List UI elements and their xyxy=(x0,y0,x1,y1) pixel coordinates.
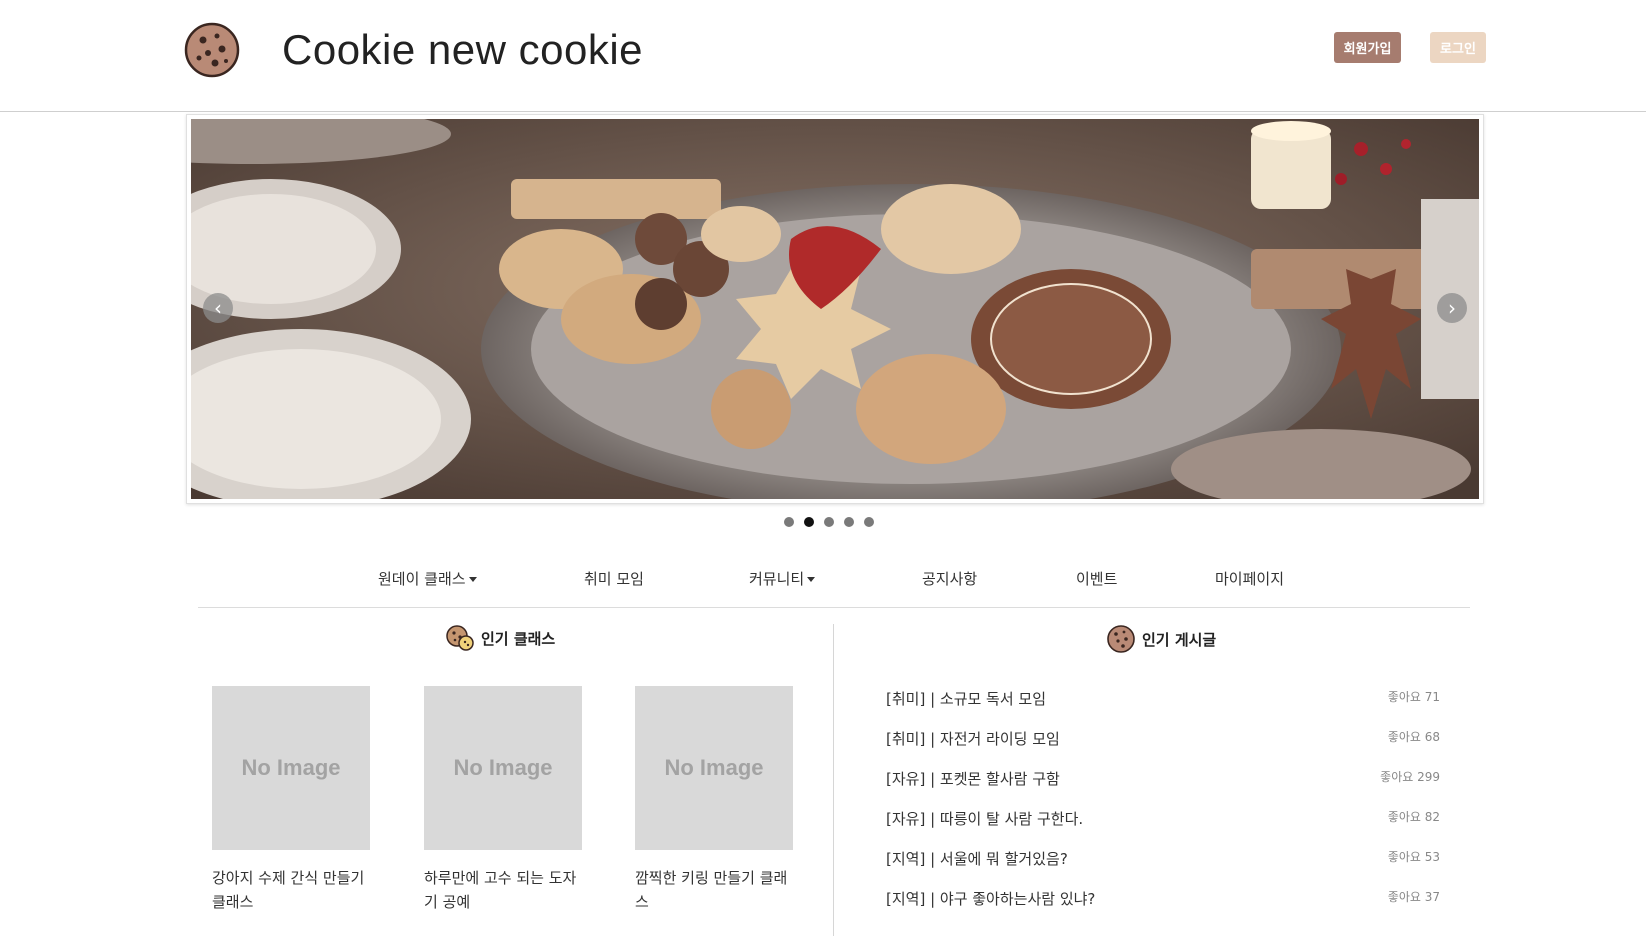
carousel-dot-2[interactable] xyxy=(804,517,814,527)
nav-item-event[interactable]: 이벤트 xyxy=(1076,568,1117,589)
popular-classes-heading: 인기 클래스 xyxy=(445,624,555,652)
post-row[interactable]: [취미] | 자전거 라이딩 모임 좋아요 68 xyxy=(886,728,1446,750)
post-row[interactable]: [지역] | 야구 좋아하는사람 있냐? 좋아요 37 xyxy=(886,888,1446,910)
class-card[interactable]: No Image 깜찍한 키링 만들기 클래스 xyxy=(635,686,793,914)
post-title[interactable]: [자유] | 포켓몬 할사람 구함 xyxy=(886,768,1060,789)
post-title[interactable]: [지역] | 서울에 뭐 할거있음? xyxy=(886,848,1068,869)
post-likes: 좋아요 37 xyxy=(1387,890,1440,904)
cookies-icon xyxy=(446,625,474,651)
post-title[interactable]: [자유] | 따릉이 탈 사람 구한다. xyxy=(886,808,1083,829)
nav-item-notice[interactable]: 공지사항 xyxy=(922,568,977,589)
section-title: 인기 클래스 xyxy=(481,629,556,648)
class-title[interactable]: 깜찍한 키링 만들기 클래스 xyxy=(635,866,793,914)
nav-item-label: 이벤트 xyxy=(1076,570,1118,588)
nav-item-hobby-meetup[interactable]: 취미 모임 xyxy=(584,568,644,589)
carousel-indicators xyxy=(784,517,874,527)
nav-item-mypage[interactable]: 마이페이지 xyxy=(1215,568,1284,589)
cookie-icon[interactable] xyxy=(184,22,240,78)
site-title[interactable]: Cookie new cookie xyxy=(282,22,643,78)
post-title[interactable]: [취미] | 소규모 독서 모임 xyxy=(886,688,1046,709)
login-button[interactable]: 로그인 xyxy=(1430,32,1486,63)
post-likes: 좋아요 68 xyxy=(1387,730,1440,744)
class-thumbnail[interactable]: No Image xyxy=(212,686,370,850)
carousel-prev-button[interactable]: ‹ xyxy=(203,293,233,323)
cookie-platter-photo xyxy=(191,119,1479,499)
post-title[interactable]: [지역] | 야구 좋아하는사람 있냐? xyxy=(886,888,1095,909)
carousel-next-button[interactable]: › xyxy=(1437,293,1467,323)
image-carousel: ‹ › xyxy=(186,114,1484,504)
carousel-dot-4[interactable] xyxy=(844,517,854,527)
nav-item-community[interactable]: 커뮤니티 xyxy=(749,568,816,589)
post-row[interactable]: [취미] | 소규모 독서 모임 좋아요 71 xyxy=(886,688,1446,710)
post-row[interactable]: [지역] | 서울에 뭐 할거있음? 좋아요 53 xyxy=(886,848,1446,870)
nav-item-oneday-class[interactable]: 원데이 클래스 xyxy=(378,568,477,589)
carousel-dot-1[interactable] xyxy=(784,517,794,527)
post-likes: 좋아요 53 xyxy=(1387,850,1440,864)
nav-item-label: 커뮤니티 xyxy=(749,570,805,588)
section-title: 인기 게시글 xyxy=(1142,630,1217,649)
nav-item-label: 원데이 클래스 xyxy=(378,570,466,588)
nav-item-label: 취미 모임 xyxy=(584,570,644,588)
class-card[interactable]: No Image 하루만에 고수 되는 도자기 공예 xyxy=(424,686,582,914)
caret-down-icon xyxy=(468,577,477,582)
post-title[interactable]: [취미] | 자전거 라이딩 모임 xyxy=(886,728,1060,749)
post-row[interactable]: [자유] | 따릉이 탈 사람 구한다. 좋아요 82 xyxy=(886,808,1446,830)
class-title[interactable]: 하루만에 고수 되는 도자기 공예 xyxy=(424,866,582,914)
column-divider xyxy=(833,624,834,936)
nav-item-label: 공지사항 xyxy=(922,570,978,588)
post-row[interactable]: [자유] | 포켓몬 할사람 구함 좋아요 299 xyxy=(886,768,1446,790)
class-card[interactable]: No Image 강아지 수제 간식 만들기 클래스 xyxy=(212,686,370,914)
post-likes: 좋아요 299 xyxy=(1380,770,1440,784)
post-likes: 좋아요 82 xyxy=(1387,810,1440,824)
signup-button[interactable]: 회원가입 xyxy=(1334,32,1401,63)
class-thumbnail[interactable]: No Image xyxy=(635,686,793,850)
carousel-dot-5[interactable] xyxy=(864,517,874,527)
class-thumbnail[interactable]: No Image xyxy=(424,686,582,850)
cookie-icon xyxy=(1107,625,1135,653)
class-title[interactable]: 강아지 수제 간식 만들기 클래스 xyxy=(212,866,370,914)
caret-down-icon xyxy=(807,577,816,582)
carousel-dot-3[interactable] xyxy=(824,517,834,527)
carousel-slide: ‹ › xyxy=(191,119,1479,499)
popular-posts-heading: 인기 게시글 xyxy=(1106,624,1216,654)
post-likes: 좋아요 71 xyxy=(1387,690,1440,704)
nav-item-label: 마이페이지 xyxy=(1215,570,1285,588)
main-nav: 원데이 클래스 취미 모임 커뮤니티 공지사항 이벤트 마이페이지 xyxy=(198,556,1470,608)
site-header: Cookie new cookie 회원가입 로그인 xyxy=(0,0,1646,112)
